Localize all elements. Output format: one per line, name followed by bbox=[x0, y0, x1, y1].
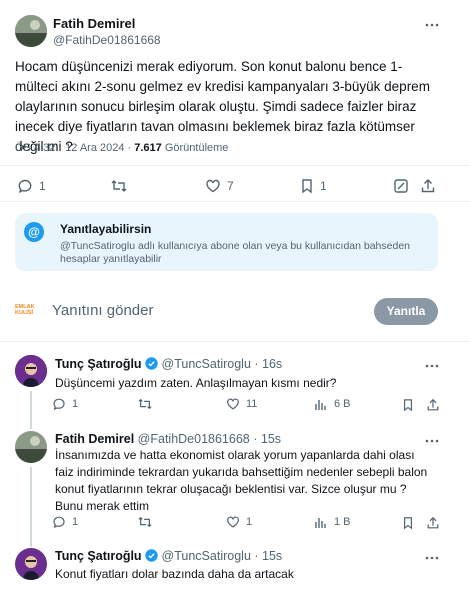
heart-icon bbox=[226, 515, 240, 529]
reply-text: İnsanımızda ve hatta ekonomist olarak yo… bbox=[55, 448, 428, 513]
mention-icon: @ bbox=[24, 222, 44, 242]
share-icon[interactable] bbox=[426, 516, 440, 530]
retweet-action[interactable] bbox=[110, 178, 134, 194]
views-count: 1 B bbox=[334, 516, 351, 528]
reply-count: 1 bbox=[72, 398, 79, 410]
composer-avatar: EMLAK KULİSİ bbox=[15, 301, 43, 319]
bookmark-icon[interactable] bbox=[402, 516, 414, 530]
reply-author-handle[interactable]: @TuncSatiroglu bbox=[162, 549, 251, 563]
reply-icon bbox=[52, 397, 66, 411]
reply-action[interactable]: 1 bbox=[17, 178, 46, 194]
more-options-icon[interactable] bbox=[425, 18, 439, 32]
reply-author-name[interactable]: Tunç Şatıroğlu bbox=[55, 357, 142, 371]
views-count: 6 B bbox=[334, 398, 351, 410]
reply-author-handle[interactable]: @FatihDe01861668 bbox=[138, 432, 250, 446]
more-options-icon[interactable] bbox=[425, 434, 439, 448]
like-action[interactable]: 7 bbox=[205, 178, 234, 194]
like-action[interactable]: 11 bbox=[226, 397, 257, 411]
reply-action[interactable]: 1 bbox=[52, 515, 78, 529]
grok-icon[interactable] bbox=[393, 178, 409, 194]
reply-author-name[interactable]: Fatih Demirel bbox=[55, 432, 134, 446]
like-count: 7 bbox=[227, 179, 234, 193]
retweet-icon bbox=[110, 178, 128, 194]
retweet-action[interactable] bbox=[137, 397, 159, 411]
like-count: 11 bbox=[246, 398, 258, 410]
analytics-icon bbox=[314, 515, 328, 529]
bookmark-count: 1 bbox=[320, 179, 327, 193]
thread-line bbox=[30, 467, 32, 547]
tweet-timestamp[interactable]: ÖS 4:32 · 12 Ara 2024 · bbox=[15, 142, 134, 154]
analytics-icon bbox=[314, 397, 328, 411]
author-avatar[interactable] bbox=[15, 15, 47, 47]
notice-title: Yanıtlayabilirsin bbox=[60, 222, 152, 236]
bookmark-action[interactable]: 1 bbox=[300, 178, 327, 194]
reply-icon bbox=[17, 178, 33, 194]
reply-author-handle[interactable]: @TuncSatiroglu bbox=[162, 357, 251, 371]
reply-count: 1 bbox=[72, 516, 79, 528]
heart-icon bbox=[226, 397, 240, 411]
share-icon[interactable] bbox=[426, 398, 440, 412]
views-label: Görüntüleme bbox=[161, 142, 229, 154]
reply-avatar[interactable] bbox=[15, 548, 47, 580]
views-action[interactable]: 6 B bbox=[314, 397, 351, 411]
reply-text: Düşüncemi yazdım zaten. Anlaşılmayan kıs… bbox=[55, 376, 337, 390]
reply-count: 1 bbox=[39, 179, 46, 193]
reply-header: Tunç Şatıroğlu @TuncSatiroglu · 16s bbox=[55, 357, 282, 373]
reply-button[interactable]: Yanıtla bbox=[374, 298, 438, 325]
retweet-icon bbox=[137, 397, 153, 411]
verified-badge-icon bbox=[145, 549, 158, 565]
heart-icon bbox=[205, 178, 221, 194]
reply-avatar[interactable] bbox=[15, 355, 47, 387]
more-options-icon[interactable] bbox=[425, 359, 439, 373]
notice-text: @TuncSatiroglu adlı kullanıcıya abone ol… bbox=[60, 240, 411, 265]
reply-author-name[interactable]: Tunç Şatıroğlu bbox=[55, 549, 142, 563]
reply-header: Tunç Şatıroğlu @TuncSatiroglu · 15s bbox=[55, 549, 282, 565]
verified-badge-icon bbox=[145, 357, 158, 373]
views-count: 7.617 bbox=[134, 142, 162, 154]
reply-restriction-notice: @ Yanıtlayabilirsin @TuncSatiroglu adlı … bbox=[15, 213, 438, 271]
reply-timestamp[interactable]: · 15s bbox=[253, 432, 281, 446]
reply-avatar[interactable] bbox=[15, 431, 47, 463]
more-options-icon[interactable] bbox=[425, 551, 439, 565]
author-name[interactable]: Fatih Demirel bbox=[53, 16, 135, 31]
reply-timestamp[interactable]: · 16s bbox=[254, 357, 282, 371]
thread-line bbox=[30, 391, 32, 429]
reply-action[interactable]: 1 bbox=[52, 397, 78, 411]
author-handle[interactable]: @FatihDe01861668 bbox=[53, 33, 161, 47]
reply-icon bbox=[52, 515, 66, 529]
reply-header: Fatih Demirel @FatihDe01861668 · 15s bbox=[55, 432, 281, 446]
bookmark-icon[interactable] bbox=[402, 398, 414, 412]
reply-input[interactable]: Yanıtını gönder bbox=[52, 302, 153, 319]
reply-timestamp[interactable]: · 15s bbox=[254, 549, 282, 563]
retweet-icon bbox=[137, 515, 153, 529]
views-action[interactable]: 1 B bbox=[314, 515, 351, 529]
reply-text: Konut fiyatları dolar bazında daha da ar… bbox=[55, 567, 294, 581]
tweet-meta: ÖS 4:32 · 12 Ara 2024 · 7.617 Görüntülem… bbox=[15, 142, 228, 154]
like-count: 1 bbox=[246, 516, 253, 528]
retweet-action[interactable] bbox=[137, 515, 159, 529]
share-icon[interactable] bbox=[420, 178, 436, 194]
emlak-kulisi-logo: EMLAK KULİSİ bbox=[15, 301, 43, 319]
like-action[interactable]: 1 bbox=[226, 515, 252, 529]
bookmark-icon bbox=[300, 178, 314, 194]
